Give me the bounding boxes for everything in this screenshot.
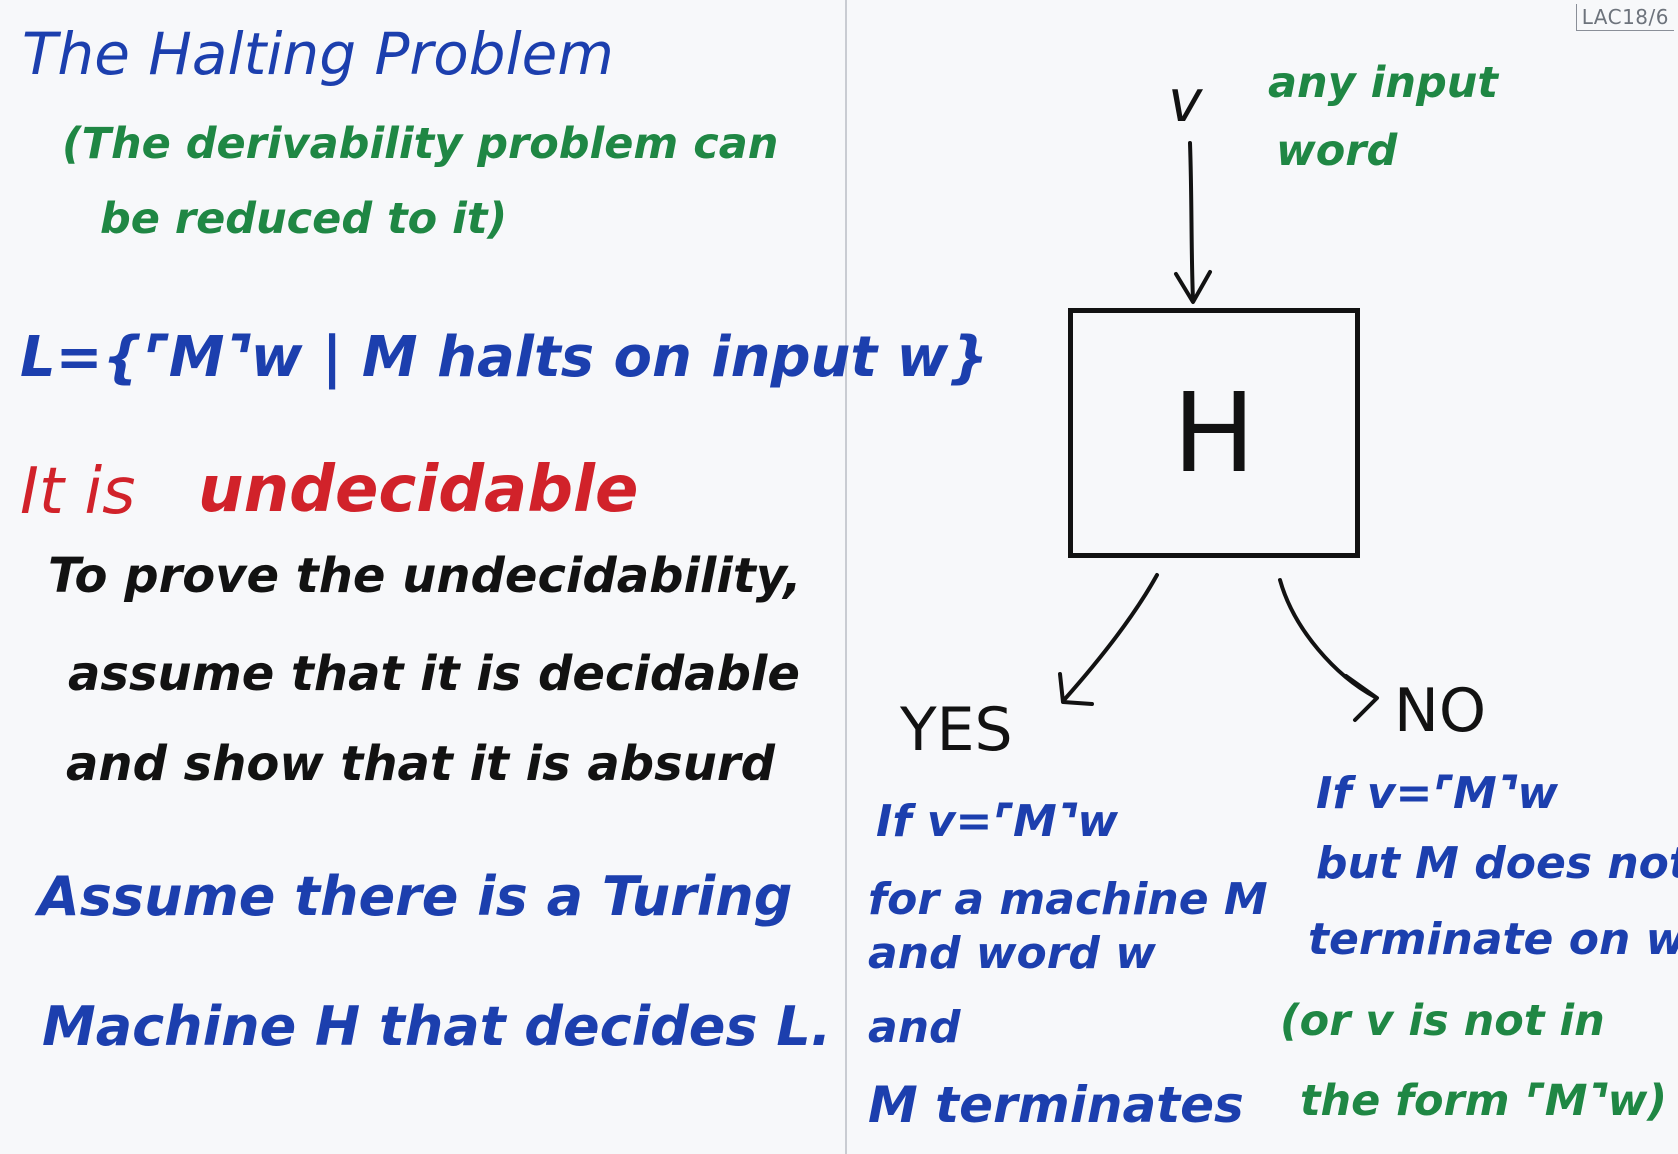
input-note-line-1: any input — [1268, 58, 1498, 108]
no-arrow — [1278, 578, 1377, 699]
yes-condition-line-4: and — [868, 1002, 961, 1053]
proof-line-1: To prove the undecidability, — [48, 548, 802, 604]
language-definition: L={⌜M⌝w | M halts on input w} — [20, 325, 989, 390]
no-condition-line-3: terminate on w — [1308, 914, 1678, 965]
page-title: The Halting Problem — [22, 20, 614, 88]
yes-condition-line-3: and word w — [868, 928, 1156, 979]
input-note-line-2: word — [1276, 126, 1398, 176]
no-label: NO — [1394, 676, 1487, 746]
undecidable-word: undecidable — [198, 453, 639, 527]
input-arrow — [1188, 141, 1195, 302]
yes-arrow-head — [1058, 672, 1094, 706]
proof-line-2: assume that it is decidable — [68, 646, 800, 702]
no-condition-line-4: (or v is not in — [1280, 996, 1605, 1046]
yes-label: YES — [900, 695, 1013, 765]
corner-tag: LAC18/6 — [1575, 4, 1674, 31]
center-divider — [845, 0, 847, 1154]
yes-condition-line-2: for a machine M — [868, 874, 1268, 925]
proof-line-3: and show that it is absurd — [66, 736, 775, 792]
yes-condition-line-1: If v=⌜M⌝w — [876, 796, 1119, 847]
undecidable-prefix: It is — [20, 455, 136, 529]
no-condition-line-2: but M does not — [1316, 838, 1678, 889]
assume-line-1: Assume there is a Turing — [38, 865, 793, 928]
reduction-note-line-2: be reduced to it) — [100, 194, 508, 244]
yes-arrow — [1062, 573, 1159, 702]
no-condition-line-5: the form ⌜M⌝w) — [1300, 1076, 1668, 1126]
no-arrow-head — [1344, 674, 1379, 722]
whiteboard-page: LAC18/6 The Halting Problem (The derivab… — [0, 0, 1678, 1154]
yes-condition-line-5: M terminates — [868, 1076, 1244, 1134]
input-symbol: v — [1168, 67, 1203, 135]
input-arrow-head — [1174, 270, 1212, 304]
assume-line-2: Machine H that decides L. — [42, 995, 832, 1058]
machine-h-label: H — [1172, 369, 1256, 497]
no-condition-line-1: If v=⌜M⌝w — [1316, 768, 1559, 819]
reduction-note-line-1: (The derivability problem can — [62, 119, 779, 169]
